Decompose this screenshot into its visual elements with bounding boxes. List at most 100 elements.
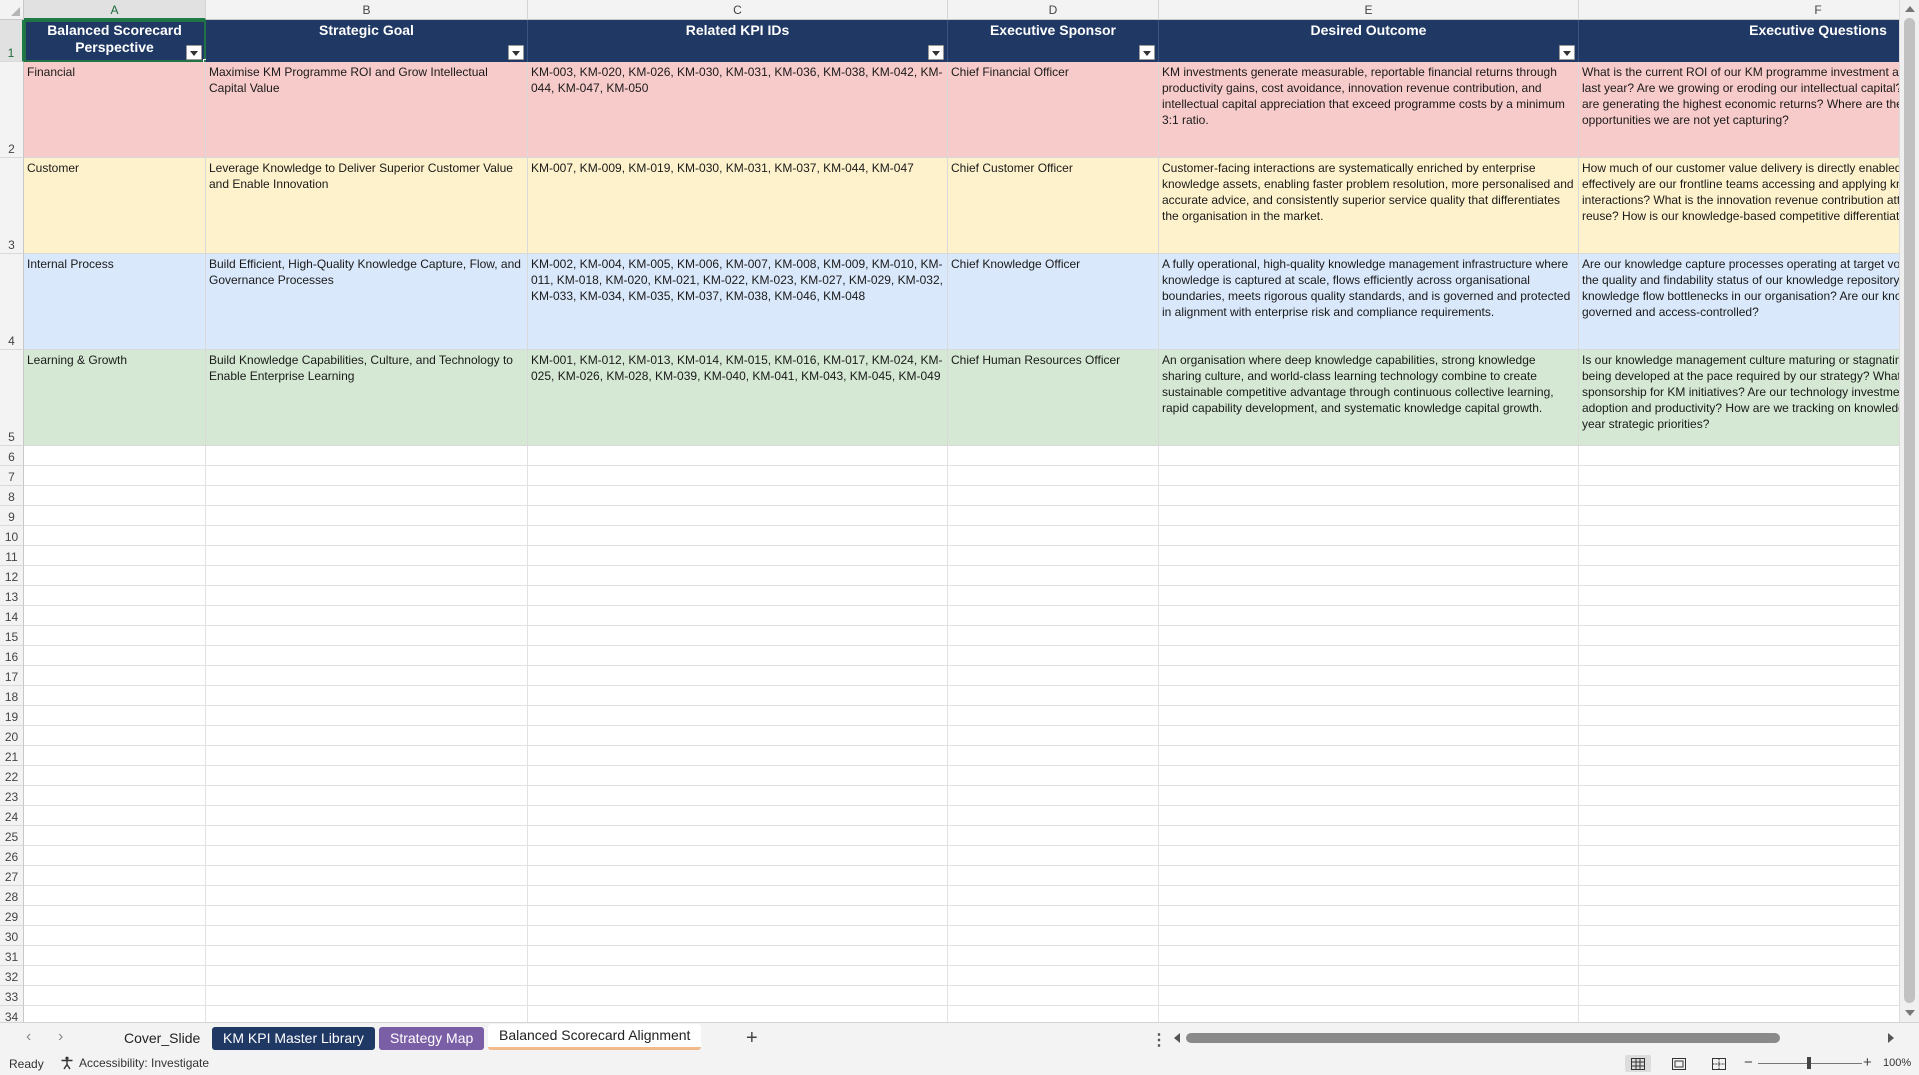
sheet-tab-strategy-map[interactable]: Strategy Map	[379, 1027, 485, 1050]
filter-dropdown-icon[interactable]	[1139, 45, 1155, 60]
row-header[interactable]: 14	[0, 606, 24, 626]
vertical-scroll-thumb[interactable]	[1904, 18, 1915, 1003]
strategic-goal-cell[interactable]: Build Efficient, High-Quality Knowledge …	[206, 254, 528, 350]
empty-cell[interactable]	[1579, 966, 1899, 986]
column-header-e[interactable]: E	[1159, 0, 1579, 20]
sheet-tab-kpi-master-library[interactable]: KM KPI Master Library	[212, 1027, 375, 1050]
empty-cell[interactable]	[1159, 686, 1579, 706]
empty-cell[interactable]	[206, 846, 528, 866]
row-header[interactable]: 33	[0, 986, 24, 1006]
strategic-goal-cell[interactable]: Build Knowledge Capabilities, Culture, a…	[206, 350, 528, 446]
empty-cell[interactable]	[528, 866, 948, 886]
scroll-right-arrow-icon[interactable]	[1888, 1033, 1894, 1043]
empty-cell[interactable]	[1159, 566, 1579, 586]
empty-cell[interactable]	[1579, 526, 1899, 546]
empty-cell[interactable]	[528, 986, 948, 1006]
perspective-cell[interactable]: Customer	[24, 158, 206, 254]
empty-cell[interactable]	[24, 986, 206, 1006]
empty-cell[interactable]	[948, 986, 1159, 1006]
empty-cell[interactable]	[1159, 706, 1579, 726]
row-header[interactable]: 27	[0, 866, 24, 886]
desired-outcome-cell[interactable]: Customer-facing interactions are systema…	[1159, 158, 1579, 254]
empty-cell[interactable]	[206, 546, 528, 566]
row-header[interactable]: 32	[0, 966, 24, 986]
empty-cell[interactable]	[1159, 866, 1579, 886]
empty-cell[interactable]	[948, 926, 1159, 946]
empty-cell[interactable]	[24, 926, 206, 946]
empty-cell[interactable]	[206, 606, 528, 626]
row-header[interactable]: 5	[0, 350, 24, 446]
more-vertical-icon[interactable]: ⋮	[1151, 1030, 1167, 1050]
row-header[interactable]: 31	[0, 946, 24, 966]
chevron-right-icon[interactable]: ›	[58, 1029, 63, 1045]
empty-cell[interactable]	[24, 646, 206, 666]
kpi-ids-cell[interactable]: KM-002, KM-004, KM-005, KM-006, KM-007, …	[528, 254, 948, 350]
empty-cell[interactable]	[1159, 486, 1579, 506]
row-header[interactable]: 26	[0, 846, 24, 866]
empty-cell[interactable]	[206, 1006, 528, 1022]
filter-dropdown-icon[interactable]	[1559, 45, 1575, 60]
empty-cell[interactable]	[24, 506, 206, 526]
plus-icon[interactable]: +	[746, 1028, 758, 1048]
executive-questions-cell[interactable]: How much of our customer value delivery …	[1579, 158, 1899, 254]
row-header[interactable]: 12	[0, 566, 24, 586]
empty-cell[interactable]	[206, 626, 528, 646]
empty-cell[interactable]	[1159, 666, 1579, 686]
zoom-slider-thumb[interactable]	[1807, 1057, 1811, 1069]
empty-cell[interactable]	[528, 626, 948, 646]
empty-cell[interactable]	[948, 626, 1159, 646]
empty-cell[interactable]	[1159, 646, 1579, 666]
empty-cell[interactable]	[24, 706, 206, 726]
sheet-tab-balanced-scorecard-alignment[interactable]: Balanced Scorecard Alignment	[488, 1024, 702, 1050]
empty-cell[interactable]	[528, 646, 948, 666]
empty-cell[interactable]	[206, 666, 528, 686]
empty-cell[interactable]	[1159, 786, 1579, 806]
empty-cell[interactable]	[24, 726, 206, 746]
perspective-cell[interactable]: Learning & Growth	[24, 350, 206, 446]
empty-cell[interactable]	[1579, 906, 1899, 926]
empty-cell[interactable]	[1579, 706, 1899, 726]
executive-questions-cell[interactable]: Are our knowledge capture processes oper…	[1579, 254, 1899, 350]
kpi-ids-cell[interactable]: KM-001, KM-012, KM-013, KM-014, KM-015, …	[528, 350, 948, 446]
empty-cell[interactable]	[206, 926, 528, 946]
empty-cell[interactable]	[528, 766, 948, 786]
empty-cell[interactable]	[1579, 546, 1899, 566]
empty-cell[interactable]	[206, 766, 528, 786]
empty-cell[interactable]	[1579, 766, 1899, 786]
empty-cell[interactable]	[206, 646, 528, 666]
desired-outcome-cell[interactable]: An organisation where deep knowledge cap…	[1159, 350, 1579, 446]
column-header-d[interactable]: D	[948, 0, 1159, 20]
empty-cell[interactable]	[206, 446, 528, 466]
worksheet-grid[interactable]: A B C D E F 1 2 3 4 5 Balanced Scorecard…	[0, 0, 1899, 1022]
row-header[interactable]: 7	[0, 466, 24, 486]
empty-cell[interactable]	[206, 746, 528, 766]
empty-cell[interactable]	[1159, 966, 1579, 986]
zoom-in-button[interactable]: +	[1863, 1054, 1872, 1071]
row-header[interactable]: 21	[0, 746, 24, 766]
accessibility-status[interactable]: Accessibility: Investigate	[60, 1056, 209, 1070]
empty-cell[interactable]	[24, 586, 206, 606]
empty-cell[interactable]	[948, 446, 1159, 466]
empty-cell[interactable]	[528, 586, 948, 606]
horizontal-scrollbar[interactable]	[1174, 1031, 1894, 1045]
empty-cell[interactable]	[1159, 926, 1579, 946]
column-header-a[interactable]: A	[24, 0, 206, 20]
empty-cell[interactable]	[528, 526, 948, 546]
empty-cell[interactable]	[948, 706, 1159, 726]
row-header[interactable]: 25	[0, 826, 24, 846]
empty-cell[interactable]	[206, 486, 528, 506]
empty-cell[interactable]	[528, 466, 948, 486]
scroll-up-arrow-icon[interactable]	[1905, 6, 1915, 12]
empty-cell[interactable]	[1159, 886, 1579, 906]
empty-cell[interactable]	[1579, 646, 1899, 666]
header-cell-kpi-ids[interactable]: Related KPI IDs	[528, 20, 948, 62]
empty-cell[interactable]	[528, 946, 948, 966]
empty-cell[interactable]	[1579, 926, 1899, 946]
chevron-left-icon[interactable]: ‹	[26, 1029, 31, 1045]
perspective-cell[interactable]: Internal Process	[24, 254, 206, 350]
strategic-goal-cell[interactable]: Leverage Knowledge to Deliver Superior C…	[206, 158, 528, 254]
empty-cell[interactable]	[206, 826, 528, 846]
empty-cell[interactable]	[206, 466, 528, 486]
header-cell-desired-outcome[interactable]: Desired Outcome	[1159, 20, 1579, 62]
sheet-tab-cover-slide[interactable]: Cover_Slide	[113, 1027, 211, 1050]
